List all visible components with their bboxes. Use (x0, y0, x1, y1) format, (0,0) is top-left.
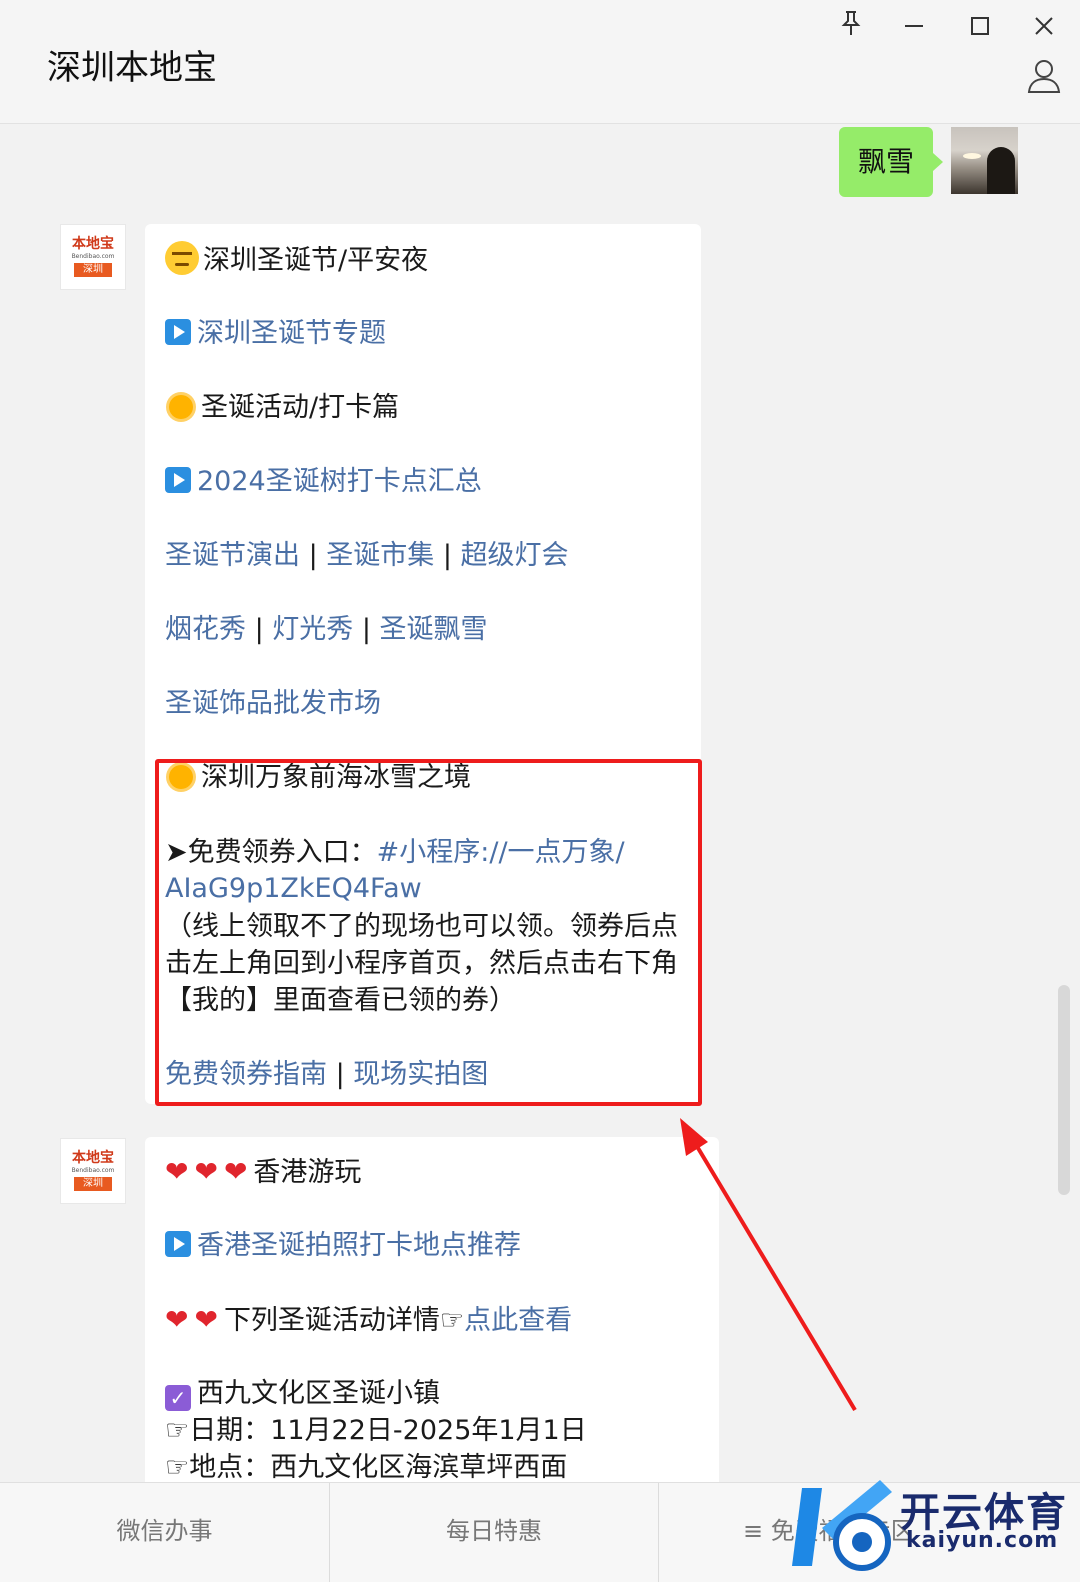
pin-icon[interactable] (833, 10, 869, 46)
avatar-person (987, 147, 1015, 194)
scrollbar[interactable] (1058, 985, 1070, 1195)
my-message-bubble[interactable]: 飘雪 (839, 127, 943, 197)
watermark-k-icon (792, 1480, 892, 1571)
link-hk-photo-spots[interactable]: 香港圣诞拍照打卡地点推荐 (165, 1228, 521, 1264)
avatar-brand: 本地宝 (72, 236, 114, 252)
play-icon (165, 467, 191, 493)
close-icon[interactable] (1026, 10, 1062, 46)
card-heading: 深圳圣诞节/平安夜 (165, 241, 428, 279)
link-row-2: 烟花秀 | 灯光秀 | 圣诞飘雪 (165, 614, 488, 645)
heart-icon: ❤ (165, 1303, 189, 1336)
link-lantern[interactable]: 超级灯会 (461, 540, 569, 571)
bot-avatar[interactable]: 本地宝 Bendibao.com 深圳 (60, 1138, 126, 1204)
heart-icon: ❤ (223, 1155, 248, 1188)
avatar-domain: Bendibao.com (71, 253, 115, 260)
link-snow[interactable]: 圣诞飘雪 (380, 614, 488, 645)
chat-title: 深圳本地宝 (47, 48, 217, 88)
avatar-city: 深圳 (74, 263, 112, 277)
link-wholesale[interactable]: 圣诞饰品批发市场 (165, 686, 381, 722)
watermark-en: kaiyun.com (906, 1528, 1059, 1553)
tab-daily-deals[interactable]: 每日特惠 (330, 1483, 658, 1582)
link-fireworks[interactable]: 烟花秀 (165, 614, 246, 645)
event-title: ✓ 西九文化区圣诞小镇 (165, 1376, 440, 1412)
chat-area[interactable]: 飘雪 本地宝 Bendibao.com 深圳 深圳圣诞节/平安夜 深圳圣诞节专题… (0, 124, 1058, 1486)
link-performance[interactable]: 圣诞节演出 (165, 540, 300, 571)
heart-icon: ❤ (165, 1155, 189, 1188)
maximize-icon[interactable] (962, 10, 998, 46)
play-icon (165, 1231, 191, 1257)
minimize-icon[interactable] (896, 10, 932, 46)
watermark-logo: 开云体育 kaiyun.com (788, 1470, 1078, 1582)
checkbox-icon: ✓ (165, 1385, 191, 1411)
card2-heading: ❤ ❤ ❤ 香港游玩 (165, 1155, 362, 1188)
link-tree-spots[interactable]: 2024圣诞树打卡点汇总 (165, 464, 482, 500)
message-card: ❤ ❤ ❤ 香港游玩 香港圣诞拍照打卡地点推荐 ❤ ❤ 下列圣诞活动详情☞点此查看 ✓ 西九… (145, 1137, 719, 1486)
link-row-1: 圣诞节演出 | 圣诞市集 | 超级灯会 (165, 540, 569, 571)
sun-icon (169, 395, 193, 419)
heart-icon: ❤ (194, 1303, 218, 1336)
event-place: ☞地点：西九文化区海滨草坪西面 (165, 1452, 568, 1483)
heart-icon: ❤ (194, 1155, 218, 1188)
bot-avatar[interactable]: 本地宝 Bendibao.com 深圳 (60, 224, 126, 290)
tab-wechat-services[interactable]: 微信办事 (0, 1483, 329, 1582)
profile-icon[interactable] (1026, 58, 1066, 98)
menu-icon: ≡ (743, 1517, 771, 1545)
section-activities: 圣诞活动/打卡篇 (165, 390, 399, 426)
event-date: ☞日期：11月22日-2025年1月1日 (165, 1415, 587, 1446)
title-bar: 深圳本地宝 (0, 0, 1080, 124)
red-highlight-box (155, 759, 702, 1106)
avatar-city: 深圳 (74, 1177, 112, 1191)
avatar-domain: Bendibao.com (71, 1167, 115, 1174)
my-avatar[interactable] (951, 127, 1018, 194)
play-icon (165, 319, 191, 345)
smirk-emoji-icon (165, 241, 199, 275)
hk-detail-row: ❤ ❤ 下列圣诞活动详情☞点此查看 (165, 1303, 573, 1336)
avatar-brand: 本地宝 (72, 1150, 114, 1166)
link-view-details[interactable]: 点此查看 (464, 1305, 572, 1336)
link-market[interactable]: 圣诞市集 (326, 540, 434, 571)
avatar-sunset (963, 153, 981, 159)
link-christmas-topic[interactable]: 深圳圣诞节专题 (165, 316, 386, 352)
link-lightshow[interactable]: 灯光秀 (272, 614, 353, 645)
